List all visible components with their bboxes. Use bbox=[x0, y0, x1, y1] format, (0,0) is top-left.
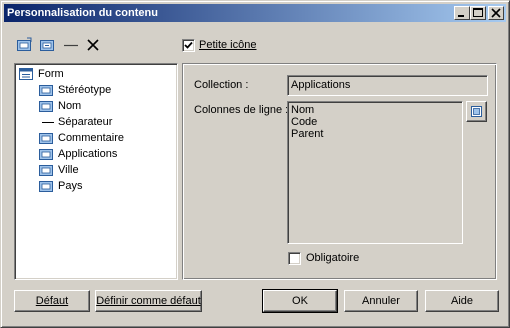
maximize-icon bbox=[473, 8, 483, 17]
edit-columns-button[interactable] bbox=[466, 101, 487, 122]
columns-label: Colonnes de ligne : bbox=[194, 104, 289, 116]
help-button-label: Aide bbox=[450, 295, 474, 307]
attribute-icon bbox=[38, 146, 54, 162]
separator-line-icon bbox=[42, 122, 54, 123]
column-item[interactable]: Nom bbox=[291, 104, 459, 116]
set-default-button[interactable]: Définir comme défaut bbox=[95, 290, 202, 312]
select-columns-icon bbox=[471, 106, 482, 117]
collection-field: Applications bbox=[287, 75, 488, 96]
required-label: Obligatoire bbox=[306, 252, 360, 264]
collection-label: Collection : bbox=[194, 79, 249, 91]
tree-item-label: Stéréotype bbox=[58, 84, 112, 96]
add-sub-item-icon[interactable] bbox=[39, 37, 55, 53]
default-button[interactable]: Défaut bbox=[14, 290, 90, 312]
help-button[interactable]: Aide bbox=[425, 290, 499, 312]
separator-icon[interactable] bbox=[63, 37, 79, 53]
form-icon bbox=[18, 66, 34, 82]
close-icon bbox=[491, 8, 501, 18]
title-bar[interactable]: Personnalisation du contenu bbox=[4, 4, 506, 22]
attribute-icon bbox=[38, 162, 54, 178]
tree-item-label: Nom bbox=[58, 100, 82, 112]
small-icon-label: Petite icône bbox=[199, 39, 257, 51]
column-item[interactable]: Code bbox=[291, 116, 459, 128]
collection-value: Applications bbox=[291, 79, 351, 91]
add-item-icon[interactable] bbox=[16, 37, 32, 53]
set-default-button-label: Définir comme défaut bbox=[96, 295, 201, 307]
checkmark-icon bbox=[184, 41, 193, 49]
tree-item-label: Pays bbox=[58, 180, 83, 192]
column-item[interactable]: Parent bbox=[291, 128, 459, 140]
ok-button-label: OK bbox=[292, 295, 308, 307]
delete-icon[interactable] bbox=[85, 37, 101, 53]
minimize-icon bbox=[458, 15, 464, 17]
window-title: Personnalisation du contenu bbox=[7, 7, 158, 19]
attribute-icon bbox=[38, 130, 54, 146]
default-button-label: Défaut bbox=[35, 295, 69, 307]
minimize-button[interactable] bbox=[454, 6, 470, 20]
close-button[interactable] bbox=[488, 6, 504, 20]
dialog-window: Personnalisation du contenu Petite icône bbox=[0, 0, 510, 328]
attribute-icon bbox=[38, 82, 54, 98]
maximize-button[interactable] bbox=[470, 6, 486, 20]
cancel-button[interactable]: Annuler bbox=[344, 290, 418, 312]
tree-view[interactable]: Form Stéréotype Nom Séparateur Commentai… bbox=[14, 63, 178, 280]
attribute-icon bbox=[38, 98, 54, 114]
cancel-button-label: Annuler bbox=[362, 295, 400, 307]
tree-item-label: Ville bbox=[58, 164, 79, 176]
tree-item-label: Commentaire bbox=[58, 132, 125, 144]
small-icon-checkbox[interactable] bbox=[182, 39, 195, 52]
required-checkbox[interactable] bbox=[288, 252, 301, 265]
tree-item-label: Applications bbox=[58, 148, 118, 160]
ok-button[interactable]: OK bbox=[262, 289, 338, 313]
tree-root-label: Form bbox=[38, 68, 64, 80]
tree-item-label: Séparateur bbox=[58, 116, 113, 128]
columns-list[interactable]: Nom Code Parent bbox=[287, 101, 463, 244]
attribute-icon bbox=[38, 178, 54, 194]
